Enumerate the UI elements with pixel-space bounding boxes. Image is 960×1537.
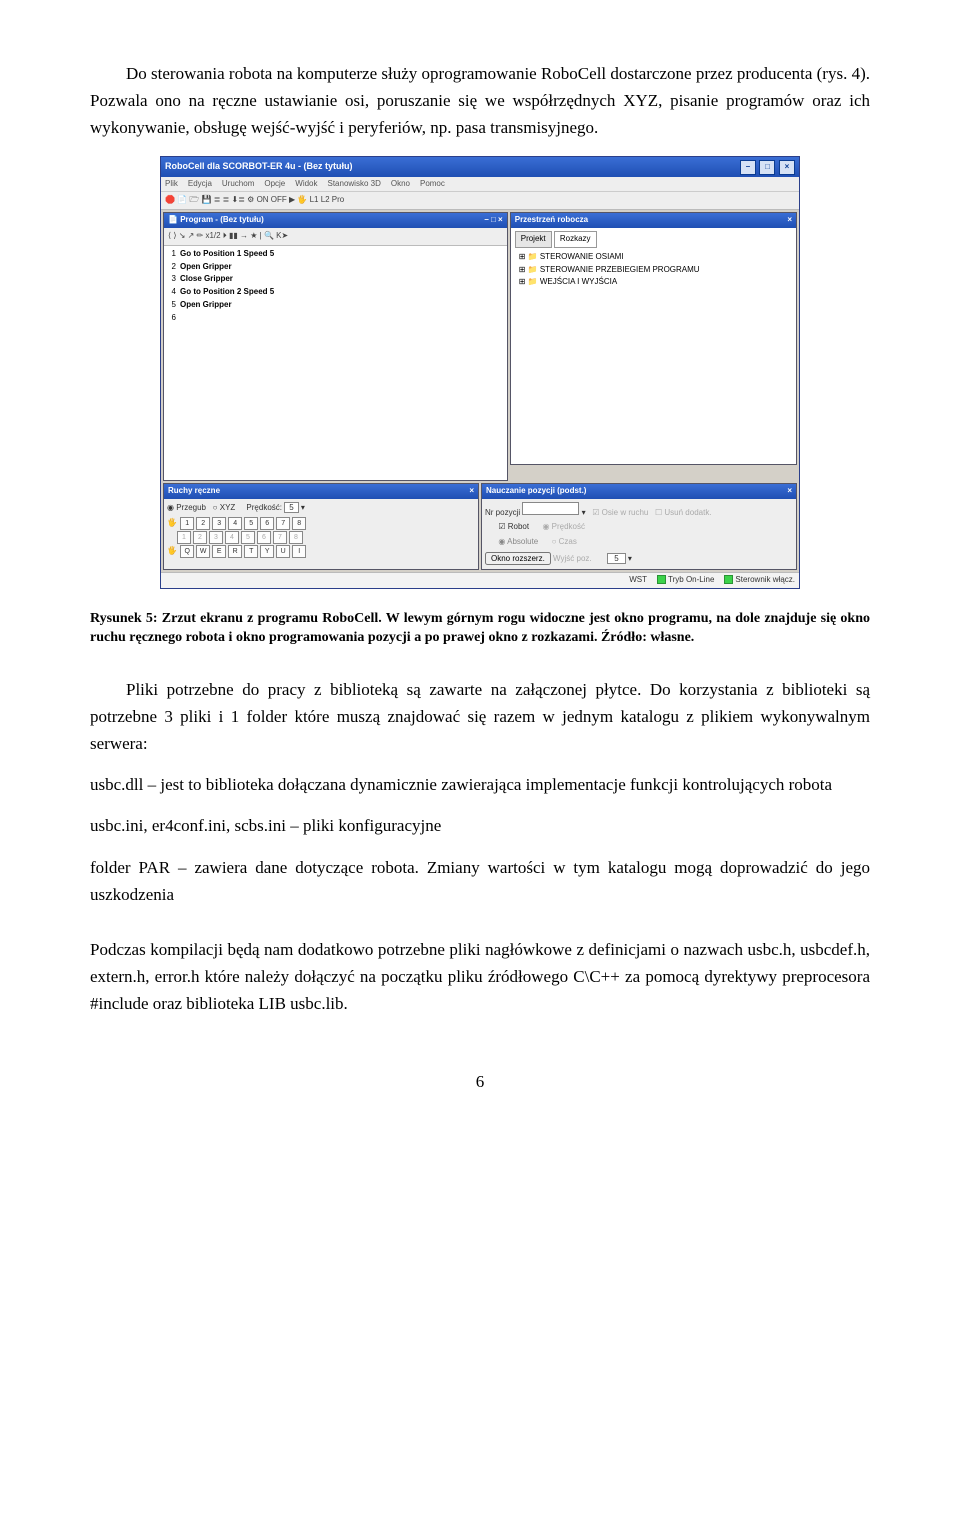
close-icon[interactable]: × bbox=[779, 160, 795, 175]
window-controls[interactable]: – □ × bbox=[739, 159, 795, 175]
axis-key[interactable]: 1 bbox=[180, 517, 194, 530]
app-toolbar[interactable]: 🛑 📄 🗁 💾 ≣ ≣ ⬇≣ ⚙ ON OFF ▶ 🖐 L1 L2 Pro bbox=[161, 192, 799, 210]
axis-key-disabled: 3 bbox=[209, 531, 223, 544]
axis-key[interactable]: I bbox=[292, 545, 306, 558]
axis-key[interactable]: Q bbox=[180, 545, 194, 558]
teach-robot-radio[interactable]: ☑ Robot bbox=[498, 522, 529, 531]
axis-key[interactable]: 5 bbox=[244, 517, 258, 530]
paragraph-compilation: Podczas kompilacji będą nam dodatkowo po… bbox=[90, 936, 870, 1018]
mode-joint-radio[interactable]: ◉ Przegub bbox=[167, 503, 206, 512]
program-title: 📄 Program - (Bez tytułu) bbox=[168, 214, 264, 227]
axis-key[interactable]: 2 bbox=[196, 517, 210, 530]
menu-item[interactable]: Edycja bbox=[188, 178, 212, 191]
teach-close-icon[interactable]: × bbox=[787, 485, 792, 498]
app-statusbar: WST Tryb On-Line Sterownik włącz. bbox=[161, 572, 799, 588]
app-titlebar: RoboCell dla SCORBOT-ER 4u - (Bez tytułu… bbox=[161, 157, 799, 177]
teach-title: Nauczanie pozycji (podst.) bbox=[486, 485, 586, 498]
axis-key-disabled: 8 bbox=[289, 531, 303, 544]
robocell-screenshot: RoboCell dla SCORBOT-ER 4u - (Bez tytułu… bbox=[160, 156, 800, 589]
tree-item[interactable]: WEJŚCIA I WYJŚCIA bbox=[519, 276, 792, 289]
tree-item[interactable]: STEROWANIE PRZEBIEGIEM PROGRAMU bbox=[519, 264, 792, 277]
app-menubar[interactable]: Plik Edycja Uruchom Opcje Widok Stanowis… bbox=[161, 177, 799, 193]
menu-item[interactable]: Pomoc bbox=[420, 178, 445, 191]
teach-nr-label: Nr pozycji bbox=[485, 508, 520, 517]
teach-speed-value[interactable]: 5 bbox=[607, 553, 625, 564]
teach-panel: Nauczanie pozycji (podst.) × Nr pozycji … bbox=[481, 483, 797, 570]
program-window: 📄 Program - (Bez tytułu) – □ × ⟨ ⟩ ↘ ↗ ✏… bbox=[163, 212, 508, 481]
axis-key-disabled: 4 bbox=[225, 531, 239, 544]
maximize-icon[interactable]: □ bbox=[759, 160, 775, 175]
axis-key-disabled: 2 bbox=[193, 531, 207, 544]
axis-key[interactable]: 8 bbox=[292, 517, 306, 530]
teach-nr-input[interactable] bbox=[522, 502, 579, 515]
workspace-body[interactable]: Projekt Rozkazy STEROWANIE OSIAMI STEROW… bbox=[511, 228, 796, 464]
status-ctrl-icon bbox=[724, 575, 733, 584]
menu-item[interactable]: Plik bbox=[165, 178, 178, 191]
axis-key[interactable]: U bbox=[276, 545, 290, 558]
axis-key[interactable]: R bbox=[228, 545, 242, 558]
axis-key[interactable]: W bbox=[196, 545, 210, 558]
minimize-icon[interactable]: – bbox=[740, 160, 756, 175]
axis-key[interactable]: 6 bbox=[260, 517, 274, 530]
arrow-up-icon: 🖐 bbox=[167, 518, 177, 527]
axis-key-disabled: 5 bbox=[241, 531, 255, 544]
axis-key-disabled: 7 bbox=[273, 531, 287, 544]
status-wst: WST bbox=[629, 574, 647, 587]
teach-teach-button: Wyjść poz. bbox=[553, 554, 592, 563]
menu-item[interactable]: Opcje bbox=[264, 178, 285, 191]
page-number: 6 bbox=[90, 1068, 870, 1095]
paragraph-ini-files: usbc.ini, er4conf.ini, scbs.ini – pliki … bbox=[90, 812, 870, 839]
axis-key[interactable]: Y bbox=[260, 545, 274, 558]
mode-xyz-radio[interactable]: ○ XYZ bbox=[213, 503, 236, 512]
menu-item[interactable]: Widok bbox=[295, 178, 317, 191]
axis-key[interactable]: E bbox=[212, 545, 226, 558]
paragraph-files-intro: Pliki potrzebne do pracy z biblioteką są… bbox=[90, 676, 870, 758]
app-title: RoboCell dla SCORBOT-ER 4u - (Bez tytułu… bbox=[165, 159, 353, 173]
workspace-tab-commands[interactable]: Rozkazy bbox=[554, 231, 597, 248]
menu-item[interactable]: Okno bbox=[391, 178, 410, 191]
teach-expand-button[interactable]: Okno rozszerz. bbox=[485, 552, 551, 565]
teach-absolute-radio[interactable]: ◉ Absolute bbox=[498, 537, 538, 546]
program-body[interactable]: 1Go to Position 1 Speed 5 2Open Gripper … bbox=[164, 246, 507, 480]
workspace-close-icon[interactable]: × bbox=[787, 214, 792, 227]
workspace-window: Przestrzeń robocza × Projekt Rozkazy STE… bbox=[510, 212, 797, 465]
app-main-area: 📄 Program - (Bez tytułu) – □ × ⟨ ⟩ ↘ ↗ ✏… bbox=[161, 210, 799, 483]
status-online-icon bbox=[657, 575, 666, 584]
status-ctrl: Sterownik włącz. bbox=[735, 575, 795, 584]
axis-key-disabled: 6 bbox=[257, 531, 271, 544]
workspace-tab-project[interactable]: Projekt bbox=[515, 231, 552, 248]
speed-label: Prędkość: bbox=[246, 503, 282, 512]
axis-key-disabled: 1 bbox=[177, 531, 191, 544]
program-window-controls[interactable]: – □ × bbox=[484, 214, 502, 227]
workspace-title: Przestrzeń robocza bbox=[515, 214, 588, 227]
tree-item[interactable]: STEROWANIE OSIAMI bbox=[519, 251, 792, 264]
program-toolbar[interactable]: ⟨ ⟩ ↘ ↗ ✏ x1/2 ⏵ ▮▮ → ★ | 🔍 K➤ bbox=[164, 228, 507, 246]
axis-key[interactable]: 3 bbox=[212, 517, 226, 530]
menu-item[interactable]: Uruchom bbox=[222, 178, 254, 191]
manual-panel: Ruchy ręczne × ◉ Przegub ○ XYZ Prędkość:… bbox=[163, 483, 479, 570]
axis-key[interactable]: T bbox=[244, 545, 258, 558]
arrow-down-icon: 🖐 bbox=[167, 546, 177, 555]
paragraph-par-folder: folder PAR – zawiera dane dotyczące robo… bbox=[90, 854, 870, 908]
menu-item[interactable]: Stanowisko 3D bbox=[328, 178, 381, 191]
axis-key[interactable]: 4 bbox=[228, 517, 242, 530]
paragraph-intro: Do sterowania robota na komputerze służy… bbox=[90, 60, 870, 142]
axis-key[interactable]: 7 bbox=[276, 517, 290, 530]
paragraph-usbcdll: usbc.dll – jest to biblioteka dołączana … bbox=[90, 771, 870, 798]
figure-caption: Rysunek 5: Zrzut ekranu z programu RoboC… bbox=[90, 609, 870, 648]
manual-close-icon[interactable]: × bbox=[469, 485, 474, 498]
speed-value[interactable]: 5 bbox=[284, 502, 298, 513]
manual-title: Ruchy ręczne bbox=[168, 485, 220, 498]
app-window: RoboCell dla SCORBOT-ER 4u - (Bez tytułu… bbox=[160, 156, 800, 589]
status-mode: Tryb On-Line bbox=[668, 575, 714, 584]
